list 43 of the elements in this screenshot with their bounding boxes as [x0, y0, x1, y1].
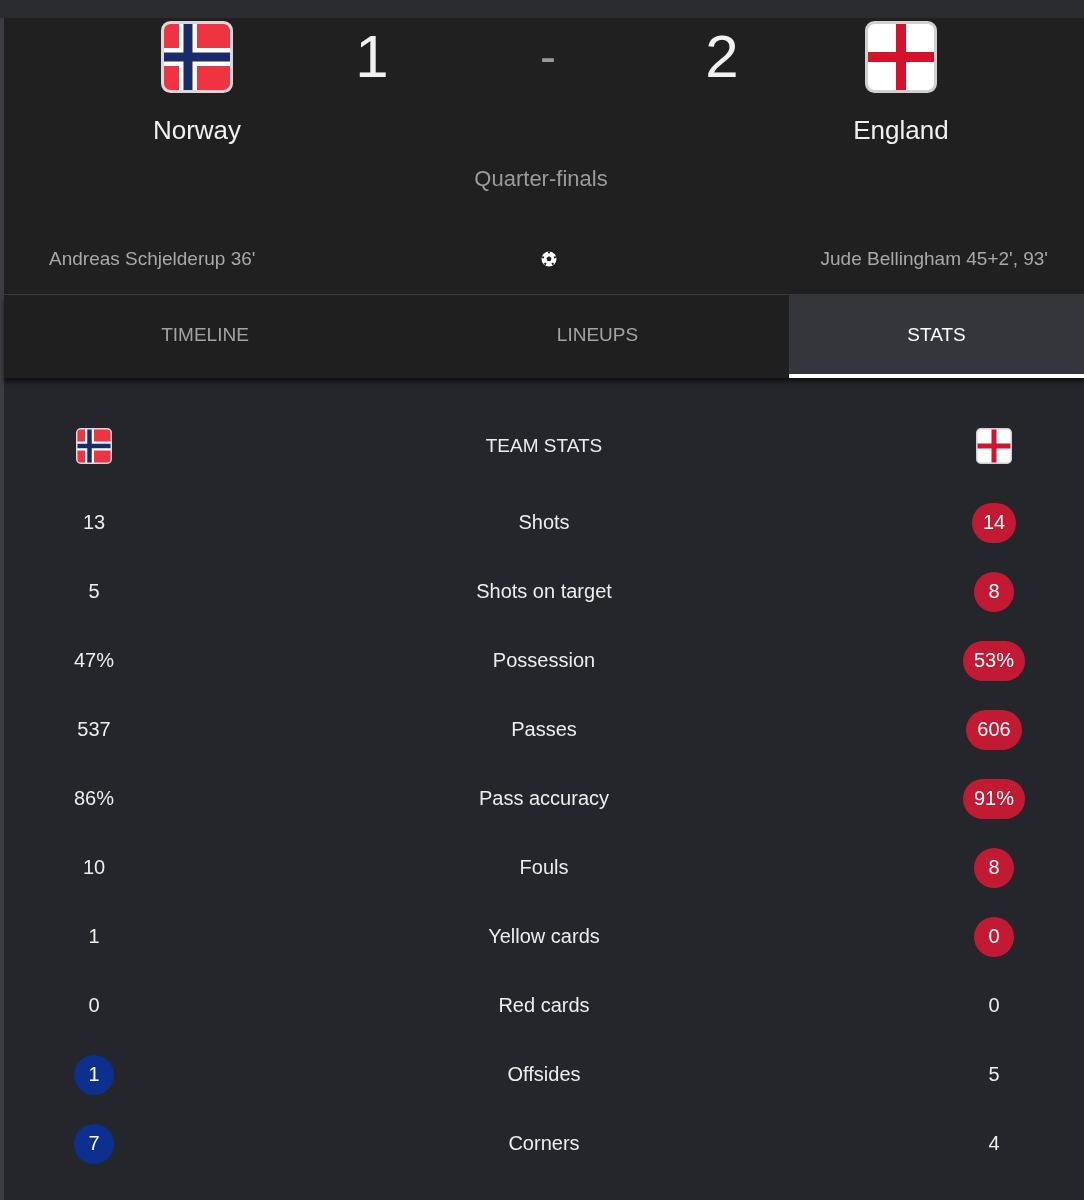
stat-value: 13 [81, 510, 107, 535]
stat-label: Passes [511, 718, 577, 741]
stat-value: 606 [966, 709, 1022, 750]
round-label: Quarter-finals [474, 166, 608, 192]
stat-value: 91% [963, 778, 1025, 819]
stat-value: 7 [74, 1123, 114, 1164]
section-title: TEAM STATS [485, 435, 603, 457]
tab[interactable]: STATS [789, 295, 1084, 378]
stat-value: 8 [974, 847, 1014, 888]
team-name: England [853, 115, 949, 146]
stat-value: 0 [974, 916, 1014, 957]
score-separator: - [540, 33, 556, 81]
stat-label: Shots on target [476, 580, 612, 603]
team-name: Norway [152, 115, 242, 146]
stat-value: 5 [987, 1062, 1001, 1087]
stat-label: Offsides [507, 1063, 581, 1086]
stat-value: 1 [74, 1054, 114, 1095]
away-score: 2 [705, 27, 739, 87]
tab[interactable]: TIMELINE [4, 295, 406, 378]
stat-label: Fouls [519, 856, 569, 879]
soccer-ball-icon [540, 251, 557, 267]
stat-label: Possession [492, 649, 596, 672]
stat-value: 86% [74, 786, 114, 811]
stat-value: 8 [974, 571, 1014, 612]
goal-scorers: Jude Bellingham 45+2', 93' [820, 248, 1048, 270]
stat-label: Corners [508, 1132, 580, 1155]
tab[interactable]: LINEUPS [406, 295, 789, 378]
stat-value: 14 [971, 502, 1017, 543]
stat-label: Pass accuracy [478, 787, 610, 810]
stat-value: 47% [74, 648, 114, 673]
stat-value: 0 [987, 993, 1001, 1018]
stat-value: 0 [87, 993, 101, 1018]
stat-label: Yellow cards [488, 925, 600, 948]
stat-value: 53% [963, 640, 1025, 681]
stat-value: 537 [76, 717, 112, 742]
home-score: 1 [355, 27, 389, 87]
stat-value: 5 [87, 579, 101, 604]
stat-label: Red cards [498, 994, 590, 1017]
stat-value: 4 [987, 1131, 1001, 1156]
stat-label: Shots [518, 511, 570, 534]
goal-scorers: Andreas Schjelderup 36' [49, 248, 256, 270]
stat-value: 10 [81, 855, 107, 880]
stat-value: 1 [87, 924, 101, 949]
